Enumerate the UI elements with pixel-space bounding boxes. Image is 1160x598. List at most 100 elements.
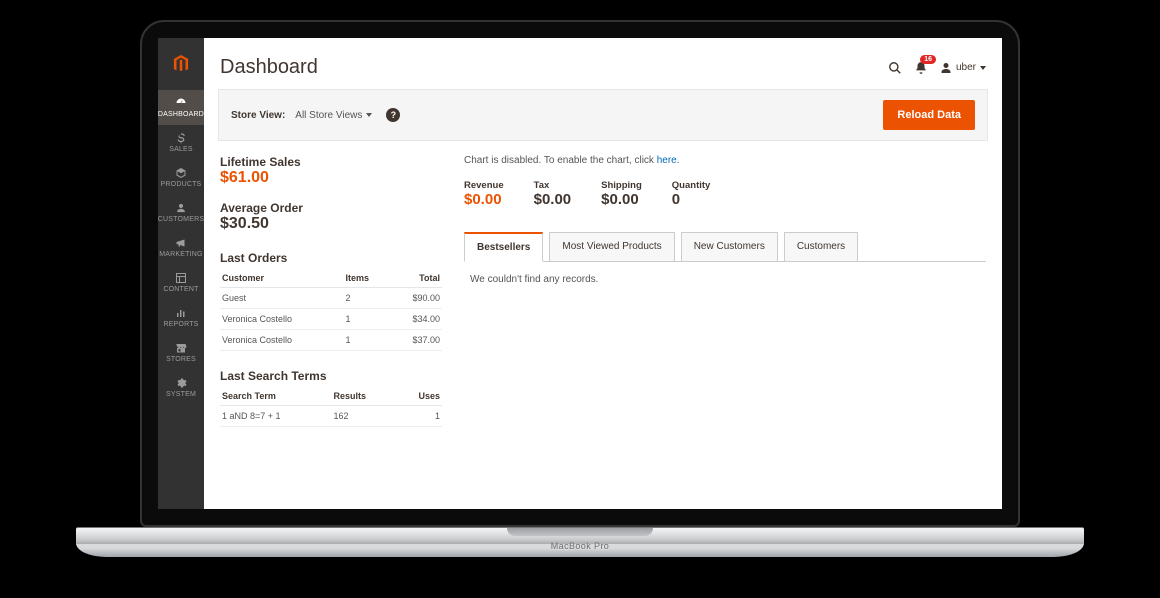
account-username: uber [956,62,976,73]
storefront-icon [175,342,187,354]
cell-items: 1 [344,330,390,351]
cell-items: 2 [344,288,390,309]
sidebar-item-sales[interactable]: SALES [158,125,204,160]
sidebar-item-dashboard[interactable]: DASHBOARD [158,90,204,125]
kpi-revenue: Revenue$0.00 [464,180,504,208]
page-title: Dashboard [220,56,888,79]
kpi-label: Quantity [672,180,711,191]
col-items: Items [344,269,390,288]
sidebar-item-customers[interactable]: CUSTOMERS [158,195,204,230]
col-total: Total [389,269,442,288]
main-area: Dashboard 16 uber [204,38,1002,509]
tab-bestsellers[interactable]: Bestsellers [464,232,543,262]
cell-total: $90.00 [389,288,442,309]
store-view-toolbar: Store View: All Store Views ? Reload Dat… [218,89,988,141]
kpi-row: Revenue$0.00Tax$0.00Shipping$0.00Quantit… [464,180,986,208]
sidebar-item-label: STORES [166,356,196,363]
sidebar-item-label: CUSTOMERS [158,216,204,223]
cell-customer: Veronica Costello [220,330,344,351]
last-orders-header: Last Orders [220,251,442,265]
sidebar-item-label: DASHBOARD [158,111,204,118]
gear-icon [175,377,187,389]
last-orders-table: Customer Items Total Guest2$90.00Veronic… [220,269,442,351]
cube-icon [175,167,187,179]
store-view-value: All Store Views [295,110,362,121]
table-header-row: Search Term Results Uses [220,387,442,406]
lifetime-sales-value: $61.00 [220,169,442,187]
cell-total: $37.00 [389,330,442,351]
table-row[interactable]: 1 aND 8=7 + 11621 [220,406,442,427]
cell-uses: 1 [397,406,442,427]
cell-total: $34.00 [389,309,442,330]
person-icon [175,202,187,214]
cell-customer: Guest [220,288,344,309]
laptop-label: MacBook Pro [551,541,609,551]
chart-disabled-message: Chart is disabled. To enable the chart, … [464,155,986,166]
last-search-table: Search Term Results Uses 1 aND 8=7 + 116… [220,387,442,427]
kpi-shipping: Shipping$0.00 [601,180,642,208]
sidebar-item-products[interactable]: PRODUCTS [158,160,204,195]
sidebar-item-marketing[interactable]: MARKETING [158,230,204,265]
chevron-down-icon [366,113,372,117]
lifetime-sales-label: Lifetime Sales [220,155,442,169]
kpi-value: $0.00 [601,191,642,208]
kpi-value: 0 [672,191,711,208]
magento-logo[interactable] [158,38,204,90]
notifications-badge: 16 [920,55,936,64]
laptop-deck: MacBook Pro [76,527,1084,557]
sidebar-item-label: SALES [169,146,193,153]
table-row[interactable]: Veronica Costello1$34.00 [220,309,442,330]
last-search-header: Last Search Terms [220,369,442,383]
laptop-notch [507,528,653,536]
stats-sidepanel: Lifetime Sales $61.00 Average Order $30.… [220,155,442,509]
table-header-row: Customer Items Total [220,269,442,288]
empty-records-message: We couldn't find any records. [470,274,598,285]
page-header: Dashboard 16 uber [204,38,1002,89]
admin-sidebar: DASHBOARD SALES PRODUCTS CUSTOMERS MARKETING… [158,38,204,509]
sidebar-item-label: SYSTEM [166,391,196,398]
megaphone-icon [175,237,187,249]
chart-msg-prefix: Chart is disabled. To enable the chart, … [464,155,657,166]
report-tabs: BestsellersMost Viewed ProductsNew Custo… [464,232,986,262]
sidebar-item-reports[interactable]: REPORTS [158,300,204,335]
laptop-mockup: DASHBOARD SALES PRODUCTS CUSTOMERS MARKETING… [140,20,1020,557]
store-view-select[interactable]: All Store Views [295,110,372,121]
cell-term: 1 aND 8=7 + 1 [220,406,331,427]
tab-body: We couldn't find any records. [464,261,986,297]
sidebar-item-label: PRODUCTS [161,181,202,188]
sidebar-item-system[interactable]: SYSTEM [158,370,204,405]
bars-icon [175,307,187,319]
reload-data-button[interactable]: Reload Data [883,100,975,130]
layout-icon [175,272,187,284]
enable-chart-link[interactable]: here [657,155,677,166]
average-order-label: Average Order [220,201,442,215]
table-row[interactable]: Guest2$90.00 [220,288,442,309]
screen-bezel: DASHBOARD SALES PRODUCTS CUSTOMERS MARKETING… [140,20,1020,527]
table-row[interactable]: Veronica Costello1$37.00 [220,330,442,351]
cell-items: 1 [344,309,390,330]
col-uses: Uses [397,387,442,406]
sidebar-item-label: MARKETING [159,251,202,258]
tab-most-viewed-products[interactable]: Most Viewed Products [549,232,674,262]
search-icon[interactable] [888,61,902,75]
kpi-label: Revenue [464,180,504,191]
cell-customer: Veronica Costello [220,309,344,330]
sidebar-item-label: REPORTS [163,321,198,328]
header-utilities: 16 uber [888,61,986,75]
notifications-icon[interactable]: 16 [914,61,928,75]
account-menu[interactable]: uber [940,62,986,74]
average-order-block: Average Order $30.50 [220,201,442,233]
col-results: Results [331,387,396,406]
sidebar-item-content[interactable]: CONTENT [158,265,204,300]
dollar-icon [175,132,187,144]
tab-customers[interactable]: Customers [784,232,858,262]
average-order-value: $30.50 [220,215,442,233]
help-icon[interactable]: ? [386,108,400,122]
sidebar-item-stores[interactable]: STORES [158,335,204,370]
kpi-label: Shipping [601,180,642,191]
kpi-quantity: Quantity0 [672,180,711,208]
tab-new-customers[interactable]: New Customers [681,232,778,262]
chart-msg-suffix: . [677,155,680,166]
kpi-value: $0.00 [464,191,504,208]
col-customer: Customer [220,269,344,288]
